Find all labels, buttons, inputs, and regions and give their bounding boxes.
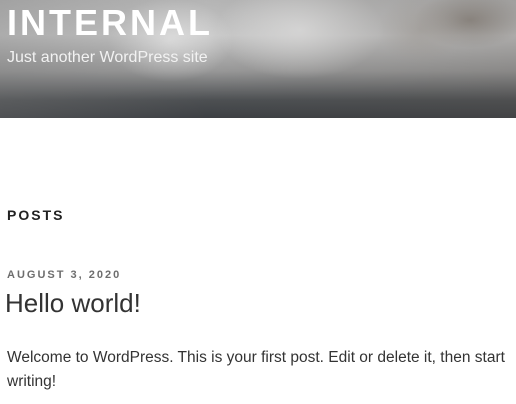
posts-section-title: POSTS xyxy=(7,207,65,223)
site-tagline: Just another WordPress site xyxy=(7,49,208,66)
post-date-link[interactable]: AUGUST 3, 2020 xyxy=(7,269,121,282)
post-excerpt: Welcome to WordPress. This is your first… xyxy=(7,349,505,390)
site-title-link[interactable]: INTERNAL xyxy=(7,2,213,44)
post-title-link[interactable]: Hello world! xyxy=(5,287,141,319)
page: INTERNAL Just another WordPress site POS… xyxy=(0,0,516,404)
site-header: INTERNAL Just another WordPress site xyxy=(0,0,516,118)
